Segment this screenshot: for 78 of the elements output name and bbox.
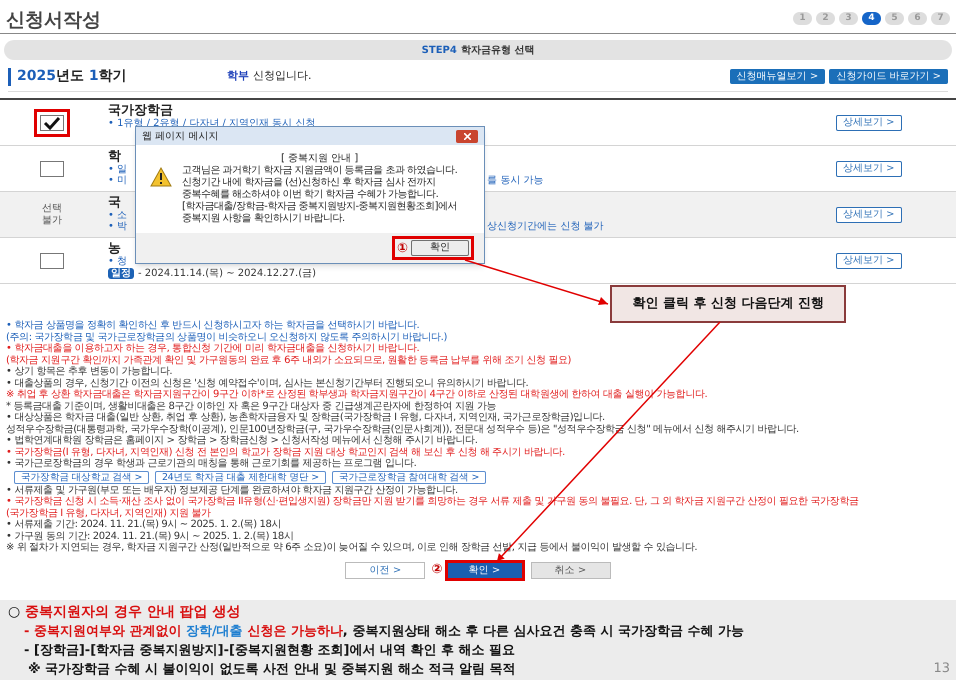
- schedule-badge: 일정: [108, 268, 134, 279]
- close-button[interactable]: [456, 130, 478, 142]
- step-indicator: 3: [839, 12, 858, 25]
- dialog-message: 신청기간 내에 학자금을 (선)신청하신 후 학자금 심사 전까지: [182, 177, 437, 189]
- step-indicator: 6: [908, 12, 927, 25]
- step-number: STEP4: [422, 44, 457, 58]
- step-indicator: 4: [862, 12, 881, 25]
- step-indicator: 2: [816, 12, 835, 25]
- dialog-message: 중복수혜를 해소하셔야 이번 학기 학자금 수혜가 가능합니다.: [182, 189, 440, 201]
- checkbox[interactable]: [40, 252, 64, 268]
- notice-line: • 국가장학금(I 유형, 다자녀, 지역인재) 신청 전 본인의 학교가 장학금 지원 대상 학교인지 검색 해 보신 후 신청 해 주시기 바랍니다.: [6, 446, 566, 458]
- notice-line: • 대상상품은 학자금 대출(일반 상환, 취업 후 상환), 농촌학자금융자 및 장학금(국가장학금 I 유형, 다자녀, 지역인재, 국가근로장학금)입니다.: [6, 412, 606, 424]
- summary-line: ※ 국가장학금 수혜 시 불이익이 없도록 사전 안내 및 중복지원 해소 적극 알림 목적: [28, 661, 516, 679]
- summary-heading: ○ 중복지원자의 경우 안내 팝업 생성: [8, 603, 241, 622]
- search-link-button[interactable]: 국가근로장학금 참여대학 검색 >: [332, 470, 486, 484]
- row-description: • 미: [108, 175, 128, 186]
- unavailable-label: 선택 불가: [41, 202, 63, 226]
- notice-line: • 서류제출 및 가구원(부모 또는 배우자) 정보제공 단계를 완료하셔야 학자금 지원구간 산정이 가능합니다.: [6, 484, 459, 496]
- detail-button[interactable]: 상세보기 >: [836, 160, 902, 176]
- dialog-heading: [ 중복지원 안내 ]: [280, 153, 360, 165]
- notice-line: * 등록금대출 기준이며, 생활비대출은 8구간 이하인 자 혹은 9구간 대상자 중 긴급생계곤란자에 한정하여 지원 가능: [6, 400, 498, 412]
- notice-line: • 서류제출 기간: 2024. 11. 21.(목) 9시 ~ 2025. 1. 2.(목) 18시: [6, 519, 282, 530]
- step-indicator: 1: [793, 12, 812, 25]
- detail-button[interactable]: 상세보기 >: [836, 206, 902, 222]
- notice-line: (국가장학금 I 유형, 다자녀, 지역인재) 지원 불가: [6, 508, 212, 519]
- dialog-message: [학자금대출/장학금-학자금 중복지원방지-중복지원현황조회]에서: [182, 201, 458, 213]
- check-icon: [43, 116, 61, 130]
- row-title: 농: [108, 241, 121, 256]
- notice-line: • 학자금대출을 이용하고자 하는 경우, 통합신청 기간에 미리 학자금대출을 신청하시기 바랍니다.: [6, 343, 420, 354]
- step-indicator: 7: [931, 12, 950, 25]
- confirm-button[interactable]: 확인: [411, 240, 469, 256]
- close-icon: [464, 132, 470, 140]
- action-button[interactable]: 확인 >: [444, 560, 524, 580]
- checkbox[interactable]: [40, 114, 64, 130]
- step-marker: ①: [396, 240, 408, 256]
- notice-text: 신청입니다.: [253, 68, 312, 84]
- notice-line: • 법학연계대학원 장학금은 홈페이지 > 장학금 > 장학금신청 > 신청서작성 메뉴에서 신청해 주시기 바랍니다.: [6, 435, 479, 446]
- summary-line: - 중복지원여부와 관계없이 장학/대출 신청은 가능하나, 중복지원상태 해소 후 다른 심사요건 충족 시 국가장학금 수혜 가능: [24, 623, 744, 641]
- row-description: • 일: [108, 164, 128, 175]
- checkbox[interactable]: [40, 160, 64, 176]
- action-button[interactable]: 취소 >: [530, 562, 610, 578]
- row-description: • 박: [108, 221, 128, 232]
- notice-category: 학부: [227, 68, 249, 84]
- detail-button[interactable]: 상세보기 >: [836, 252, 902, 268]
- row-description: 상신청기간에는 신청 불가: [487, 221, 604, 232]
- notice-line: • 국가근로장학금의 경우 학생과 근로기관의 매칭을 통해 근로기회를 제공하는 프로그램 입니다.: [6, 458, 418, 470]
- row-title: 학: [108, 149, 121, 164]
- search-link-button[interactable]: 국가장학금 대상학교 검색 >: [14, 470, 150, 484]
- dialog-title: 웹 페이지 메시지: [142, 130, 218, 144]
- detail-button[interactable]: 상세보기 >: [836, 114, 902, 130]
- row-description: • 소: [108, 210, 128, 221]
- schedule-period: - 2024.11.14.(목) ~ 2024.12.27.(금): [138, 268, 316, 279]
- notice-line: • 가구원 동의 기간: 2024. 11. 21.(목) 9시 ~ 2025. 1. 2.(목) 18시: [6, 530, 294, 542]
- row-title: 국가장학금: [108, 103, 173, 118]
- notice-line: • 학자금 상품명을 정확히 확인하신 후 반드시 신청하시고자 하는 학자금을 선택하시기 바랍니다.: [6, 320, 420, 332]
- step-indicator: 5: [885, 12, 904, 25]
- warning-icon: [150, 167, 172, 187]
- notice-line: (학자금 지원구간 확인까지 가족관계 확인 및 가구원동의 완료 후 6주 내외가 소요되므로, 원활한 등록금 납부를 위해 조기 신청 필요): [6, 354, 572, 366]
- guide-button[interactable]: 신청가이드 바로가기 >: [829, 69, 948, 84]
- step-marker: ②: [431, 561, 442, 580]
- dialog-message: 고객님은 과거학기 학자금 지원금액이 등록금을 초과 하였습니다.: [182, 165, 458, 177]
- notice-line: • 대출상품의 경우, 신청기간 이전의 신청은 '신청 예약접수'이며, 심사는 본신청기간부터 진행되오니 유의하시기 바랍니다.: [6, 378, 530, 389]
- notice-line: ※ 취업 후 상환 학자금대출은 학자금지원구간이 9구간 이하*로 산정된 학부생과 학자금지원구간이 4구간 이하로 산정된 대학원생에 한하여 대출 실행이 가능합니다.: [6, 389, 708, 400]
- row-description: • 청: [108, 256, 128, 267]
- notice-line: (주의: 국가장학금 및 국가근로장학금의 상품명이 비슷하오니 오신청하지 않도록 주의하시기 바랍니다.): [6, 332, 448, 343]
- search-link-button[interactable]: 24년도 학자금 대출 제한대학 명단 >: [155, 470, 326, 484]
- dialog-message: 중복지원 사항을 확인하시기 바랍니다.: [182, 213, 346, 225]
- step-title: 학자금유형 선택: [460, 44, 534, 58]
- page-number: 13: [933, 660, 950, 678]
- row-title: 국: [108, 195, 121, 210]
- row-description: 를 동시 가능: [487, 175, 544, 186]
- summary-line: - [장학금]-[학자금 중복지원방지]-[중복지원현황 조회]에서 내역 확인 후 해소 필요: [24, 642, 516, 660]
- semester-label: 2025년도 1학기: [17, 67, 128, 86]
- callout-box: 확인 클릭 후 신청 다음단계 진행: [610, 285, 846, 322]
- action-button[interactable]: 이전 >: [345, 562, 426, 578]
- guide-button[interactable]: 신청매뉴얼보기 >: [730, 69, 826, 84]
- notice-line: • 상기 항목은 추후 변동이 가능합니다.: [6, 366, 174, 378]
- page-title: 신청서작성: [6, 8, 101, 33]
